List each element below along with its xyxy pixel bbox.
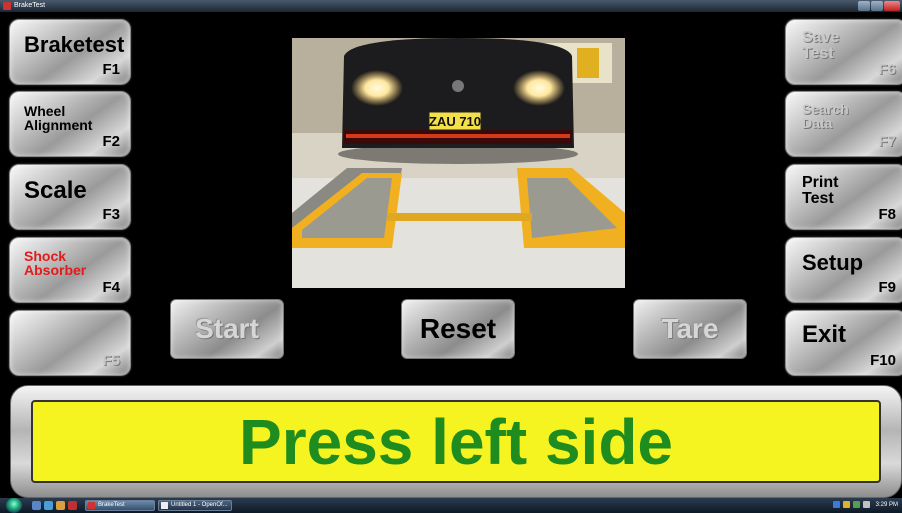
app-shortcut-icon[interactable] [68,501,77,510]
maximize-button[interactable] [871,1,883,11]
f5-button[interactable]: F5 [9,310,131,376]
license-plate: ZAU 710 [429,114,481,129]
shock-absorber-button[interactable]: Shock Absorber F4 [9,237,131,303]
ie-icon[interactable] [44,501,53,510]
wheel-alignment-label-line2: Alignment [24,117,93,133]
minimize-button[interactable] [858,1,870,11]
volume-icon[interactable] [862,501,870,508]
network-icon[interactable] [832,501,840,508]
camera-image: ZAU 710 [292,38,625,288]
f7-key-label: F7 [878,133,896,150]
f4-key-label: F4 [102,279,120,296]
task-openoffice-label: Untitled 1 - OpenOf... [171,502,228,508]
shock-absorber-label-line2: Absorber [24,262,87,278]
security-icon[interactable] [842,501,850,508]
search-data-label-line2: Data [802,115,833,131]
tare-button[interactable]: Tare [633,299,747,359]
search-data-label-line1: Search [802,101,849,117]
task-openoffice[interactable]: Untitled 1 - OpenOf... [158,500,232,511]
f1-key-label: F1 [102,61,120,78]
search-data-button[interactable]: Search Data F7 [785,91,902,157]
window-controls [858,1,900,11]
start-button[interactable]: Start [170,299,284,359]
exit-label: Exit [802,321,847,348]
status-message: Press left side [239,405,673,478]
camera-feed: ZAU 710 [292,38,625,288]
reset-button[interactable]: Reset [401,299,515,359]
f9-key-label: F9 [878,279,896,296]
scale-label: Scale [24,177,87,204]
task-braketest-label: BrakeTest [98,502,125,508]
print-test-button[interactable]: Print Test F8 [785,164,902,230]
clock[interactable]: 3:29 PM [876,502,898,508]
shock-absorber-label-line1: Shock [24,248,67,264]
wheel-alignment-button[interactable]: Wheel Alignment F2 [9,91,131,157]
save-test-label-line1: Save [802,29,840,46]
task-braketest[interactable]: BrakeTest [85,500,155,511]
wheel-alignment-label-line1: Wheel [24,103,66,119]
explorer-icon[interactable] [56,501,65,510]
save-test-label-line2: Test [802,45,834,62]
scale-button[interactable]: Scale F3 [9,164,131,230]
setup-label: Setup [802,250,864,275]
f6-key-label: F6 [878,61,896,78]
braketest-label: Braketest [24,32,125,57]
app-icon [3,2,11,10]
start-button-icon[interactable] [6,498,22,513]
print-test-label-line2: Test [802,190,834,207]
update-icon[interactable] [852,501,860,508]
f3-key-label: F3 [102,206,120,223]
f10-key-label: F10 [870,352,896,369]
document-task-icon [161,502,168,509]
braketest-task-icon [88,502,95,509]
f2-key-label: F2 [102,133,120,150]
save-test-button[interactable]: Save Test F6 [785,19,902,85]
f5-key-label: F5 [102,352,120,369]
status-display: Press left side [31,400,881,483]
window-titlebar: BrakeTest [0,0,902,12]
window-title: BrakeTest [14,2,46,9]
print-test-label-line1: Print [802,174,839,191]
braketest-button[interactable]: Braketest F1 [9,19,131,85]
show-desktop-icon[interactable] [32,501,41,510]
status-panel: Press left side [10,385,902,498]
system-tray: 3:29 PM [832,501,898,508]
f8-key-label: F8 [878,206,896,223]
exit-button[interactable]: Exit F10 [785,310,902,376]
taskbar: BrakeTest Untitled 1 - OpenOf... 3:29 PM [0,498,902,513]
close-button[interactable] [884,1,900,11]
setup-button[interactable]: Setup F9 [785,237,902,303]
